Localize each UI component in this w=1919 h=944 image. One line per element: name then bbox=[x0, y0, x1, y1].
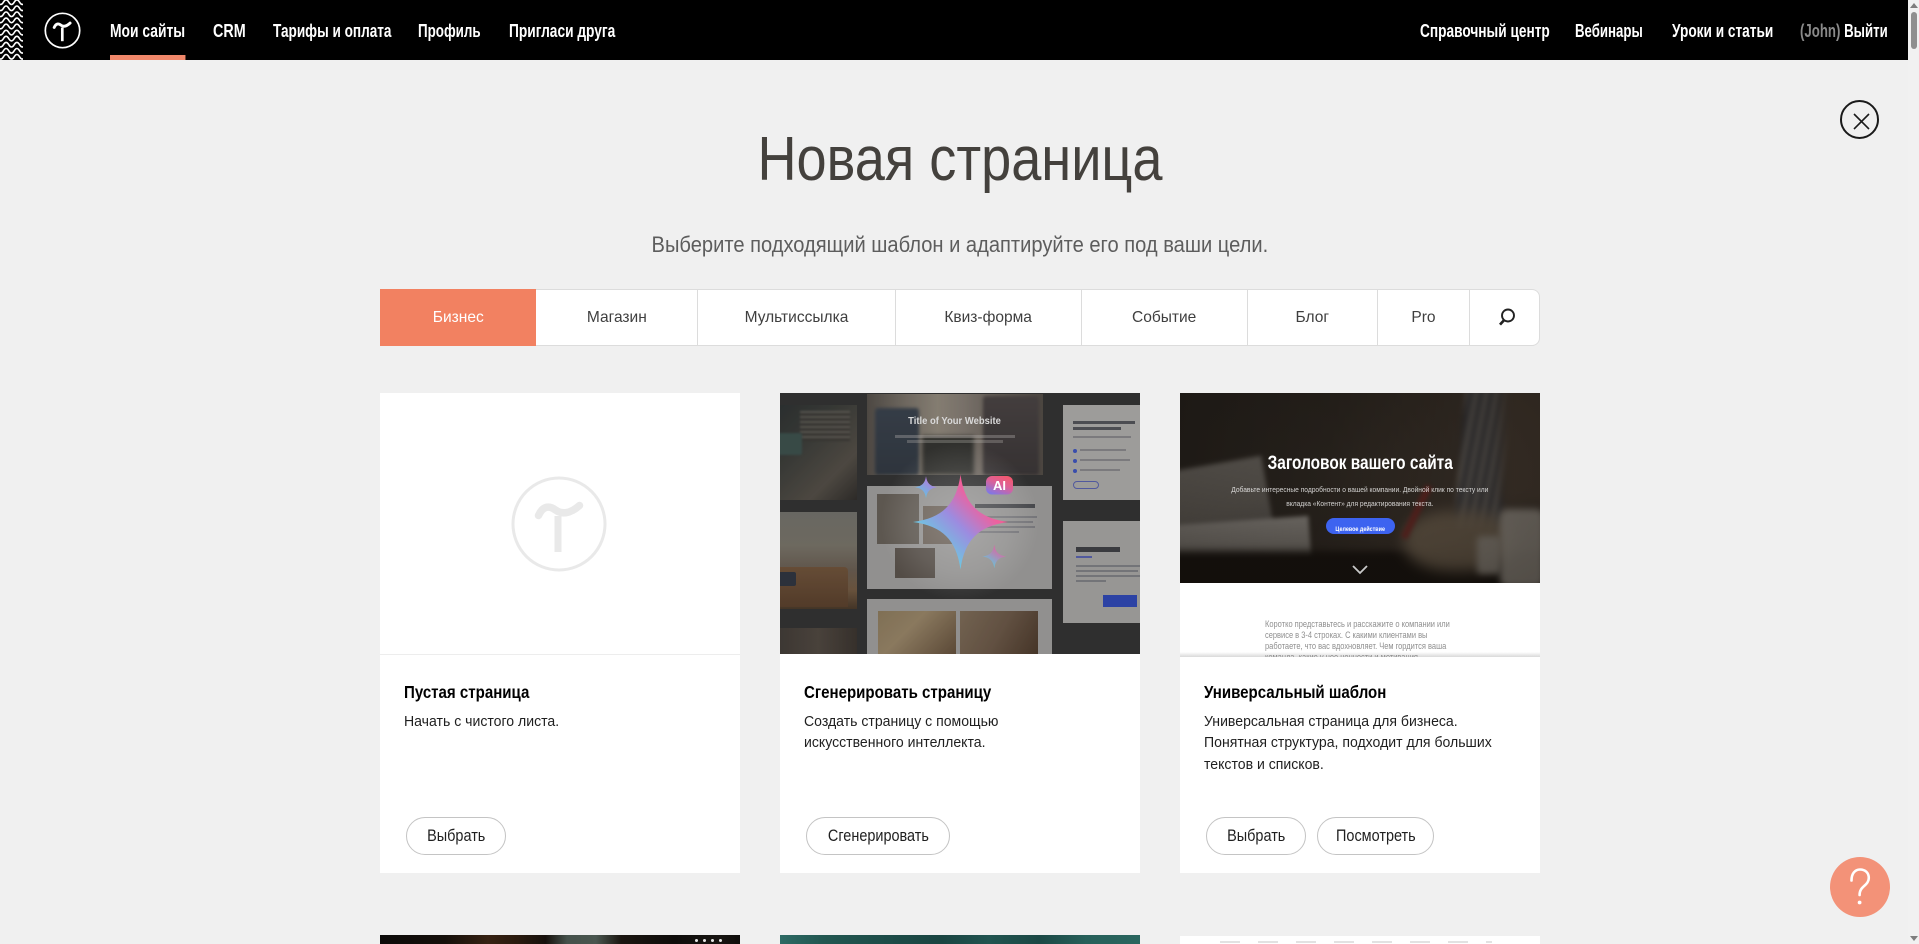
svg-text:AI: AI bbox=[993, 478, 1006, 493]
